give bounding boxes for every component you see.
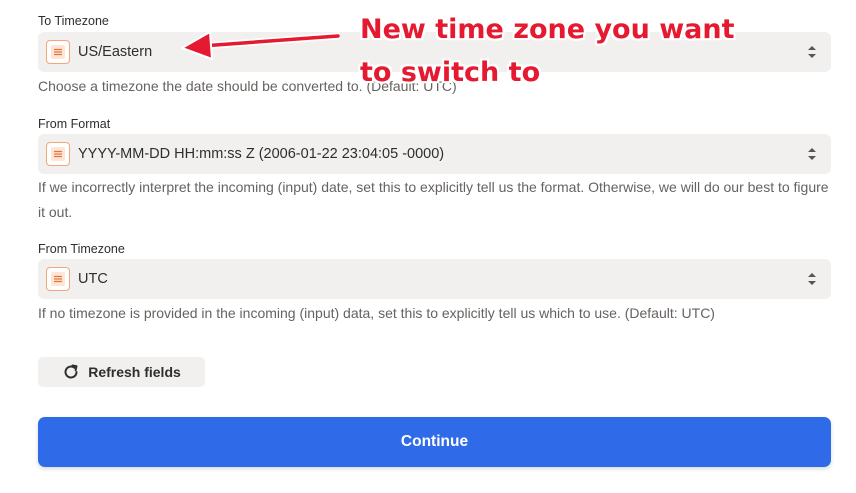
formatter-app-icon — [46, 40, 70, 64]
continue-button[interactable]: Continue — [38, 417, 831, 467]
from-timezone-help: If no timezone is provided in the incomi… — [38, 305, 715, 321]
from-timezone-label: From Timezone — [38, 242, 125, 256]
refresh-icon — [64, 364, 78, 379]
chevron-up-down-icon — [808, 273, 816, 285]
from-format-select[interactable]: YYYY-MM-DD HH:mm:ss Z (2006-01-22 23:04:… — [38, 134, 831, 174]
formatter-app-icon — [46, 142, 70, 166]
annotation-arrow — [181, 31, 340, 60]
annotation-text: New time zone you want to switch to — [360, 14, 735, 88]
from-timezone-value: UTC — [78, 271, 108, 287]
to-timezone-value: US/Eastern — [78, 44, 153, 60]
chevron-up-down-icon — [808, 148, 816, 160]
chevron-up-down-icon — [808, 46, 816, 58]
formatter-app-icon — [46, 267, 70, 291]
from-timezone-select[interactable]: UTC — [38, 259, 831, 299]
from-format-value: YYYY-MM-DD HH:mm:ss Z (2006-01-22 23:04:… — [78, 146, 445, 162]
refresh-fields-button[interactable]: Refresh fields — [38, 357, 205, 387]
from-format-help: If we incorrectly interpret the incoming… — [38, 179, 829, 220]
refresh-fields-label: Refresh fields — [88, 364, 181, 380]
to-timezone-label: To Timezone — [38, 14, 109, 28]
from-format-label: From Format — [38, 117, 111, 131]
